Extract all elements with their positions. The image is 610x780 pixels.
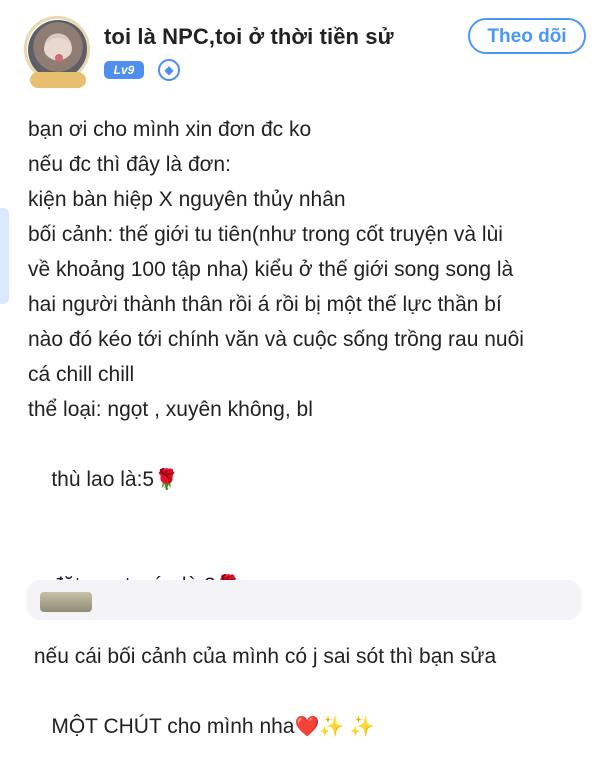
post-line-10: thù lao là:5🌹 bbox=[28, 427, 588, 533]
post-line-13: MỘT CHÚT cho mình nha❤️✨ ✨ bbox=[28, 674, 588, 780]
username[interactable]: toi là NPC,toi ở thời tiền sử bbox=[104, 24, 394, 50]
verified-icon: ◆ bbox=[158, 59, 180, 81]
post-line-13-text: MỘT CHÚT cho mình nha bbox=[51, 715, 295, 738]
follow-button[interactable]: Theo dõi bbox=[468, 18, 586, 54]
heart-icon: ❤️ bbox=[294, 716, 320, 738]
post-line-4: bối cảnh: thế giới tu tiên(như trong cốt… bbox=[28, 223, 503, 246]
left-scroll-indicator bbox=[0, 208, 9, 304]
post-line-3: kiện bàn hiệp X nguyên thủy nhân bbox=[28, 188, 346, 211]
attached-preview-card[interactable] bbox=[26, 580, 582, 620]
post-line-2: nếu đc thì đây là đơn: bbox=[28, 153, 231, 176]
post-line-12: nếu cái bối cảnh của mình có j sai sót t… bbox=[28, 645, 497, 668]
post-header: toi là NPC,toi ở thời tiền sử Lv9 ◆ Theo… bbox=[24, 16, 586, 96]
post-content: bạn ơi cho mình xin đơn đc ko nếu đc thì… bbox=[28, 112, 588, 780]
sparkles-icon: ✨ ✨ bbox=[319, 716, 375, 738]
post-line-8: cá chill chill bbox=[28, 363, 135, 386]
level-badge: Lv9 bbox=[104, 61, 144, 79]
preview-thumbnail bbox=[40, 592, 92, 612]
post-line-10-text: thù lao là:5 bbox=[51, 468, 155, 491]
post-line-1: bạn ơi cho mình xin đơn đc ko bbox=[28, 118, 312, 141]
avatar-badge bbox=[30, 72, 86, 88]
avatar[interactable] bbox=[24, 16, 92, 90]
rose-icon: 🌹 bbox=[154, 469, 179, 491]
post-line-9: thể loại: ngọt , xuyên không, bl bbox=[28, 398, 313, 421]
post-line-7: nào đó kéo tới chính văn và cuộc sống tr… bbox=[28, 328, 524, 351]
post-line-6: hai người thành thân rồi á rồi bị một th… bbox=[28, 293, 502, 316]
post-line-5: về khoảng 100 tập nha) kiểu ở thế giới s… bbox=[28, 258, 514, 281]
